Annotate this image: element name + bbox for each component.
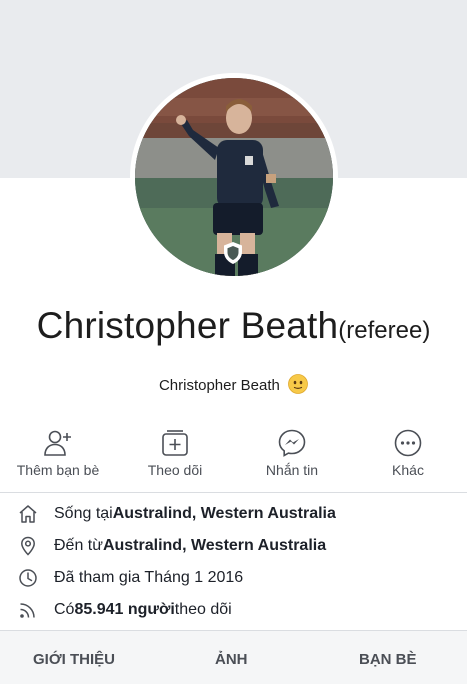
profile-actions: Thêm bạn bè Theo dõi Nhắn tin Khác <box>0 428 467 484</box>
intro-info-list: Sống tại ​Australind, Western Australia … <box>0 498 467 626</box>
profile-guard-shield-icon <box>224 242 242 264</box>
followers-suffix: theo dõi <box>174 601 232 618</box>
lives-in-place[interactable]: Australind, Western Australia <box>113 505 336 523</box>
info-followers[interactable]: Có ​85.941 người theo dõi <box>0 594 467 626</box>
profile-tabs-bar: GIỚI THIỆU ẢNH BẠN BÈ <box>0 630 467 684</box>
home-icon <box>19 505 37 523</box>
message-button[interactable]: Nhắn tin <box>237 428 347 478</box>
profile-name-suffix: (referee) <box>338 317 431 344</box>
info-joined: Đã tham gia Tháng 1 2016 <box>0 562 467 594</box>
tab-photos[interactable]: ẢNH <box>215 651 248 668</box>
add-friend-icon <box>44 430 71 456</box>
more-label: Khác <box>392 462 424 478</box>
clock-icon <box>19 569 37 587</box>
joined-text: Đã tham gia Tháng 1 2016 <box>54 569 244 586</box>
info-lives-in[interactable]: Sống tại ​Australind, Western Australia <box>0 498 467 530</box>
more-icon <box>394 429 422 457</box>
followers-prefix: Có <box>54 601 75 618</box>
profile-name-row: Christopher Beath(referee) <box>0 305 467 347</box>
tab-friends[interactable]: BẠN BÈ <box>359 651 417 668</box>
from-prefix: Đến từ <box>54 537 103 554</box>
lives-in-prefix: Sống tại <box>54 505 113 522</box>
followers-rss-icon <box>20 603 35 618</box>
tab-about[interactable]: GIỚI THIỆU <box>33 651 115 668</box>
follow-label: Theo dõi <box>147 462 203 478</box>
messenger-icon <box>278 429 306 457</box>
from-place[interactable]: Australind, Western Australia <box>103 537 326 555</box>
alternate-name-text: Christopher Beath <box>158 377 280 394</box>
profile-name: Christopher Beath <box>36 305 339 346</box>
follow-icon <box>162 430 188 456</box>
add-friend-button[interactable]: Thêm bạn bè <box>3 428 113 478</box>
add-friend-label: Thêm bạn bè <box>16 462 100 478</box>
location-pin-icon <box>21 536 35 556</box>
followers-count: 85.941 người <box>74 601 175 618</box>
section-divider <box>0 492 467 493</box>
message-label: Nhắn tin <box>265 462 319 478</box>
info-from[interactable]: Đến từ ​Australind, Western Australia <box>0 530 467 562</box>
smiling-face-icon <box>288 374 308 394</box>
follow-button[interactable]: Theo dõi <box>120 428 230 478</box>
more-button[interactable]: Khác <box>353 428 463 478</box>
profile-alternate-name: Christopher Beath <box>0 374 467 394</box>
